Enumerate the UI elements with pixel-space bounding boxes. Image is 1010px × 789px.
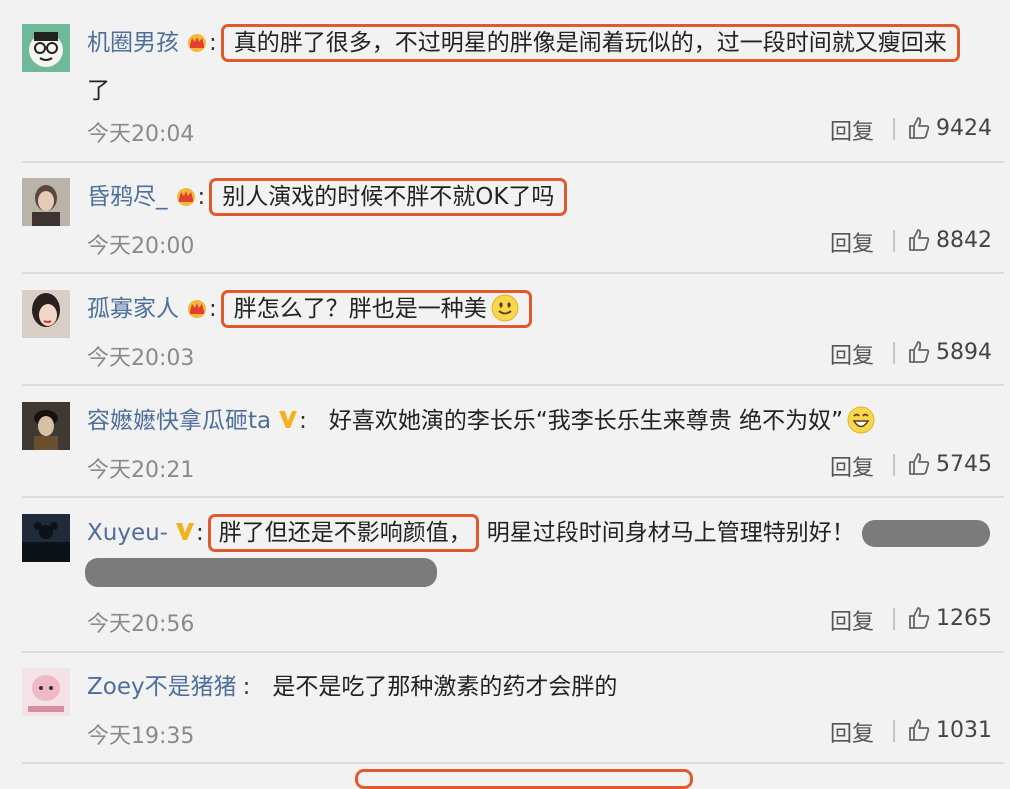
divider <box>22 161 1004 163</box>
verified-v-icon[interactable] <box>277 408 299 438</box>
avatar[interactable] <box>22 402 70 450</box>
thumbs-up-icon[interactable] <box>908 116 930 144</box>
reply-button[interactable]: 回复 <box>830 604 874 636</box>
thumbs-up-icon[interactable] <box>908 340 930 368</box>
partial-highlight-box <box>355 769 693 789</box>
comment-text-highlight: 胖了但还是不影响颜值， <box>207 514 479 552</box>
divider <box>893 230 895 252</box>
username-link[interactable]: Zoey不是猪猪 <box>87 674 237 700</box>
like-count: 1031 <box>936 718 992 743</box>
divider <box>22 496 1004 498</box>
avatar[interactable] <box>22 514 70 562</box>
timestamp: 今天20:03 <box>87 346 195 371</box>
grin-emoji-icon <box>847 406 875 442</box>
comment-header: 孤寡家人: 胖怎么了？胖也是一种美 <box>87 290 532 330</box>
verified-v-icon[interactable] <box>174 520 196 550</box>
comment-header: Zoey不是猪猪: 是不是吃了那种激素的药才会胖的 <box>87 674 618 700</box>
thumbs-up-icon[interactable] <box>908 452 930 480</box>
timestamp: 今天20:04 <box>87 122 195 147</box>
crown-icon[interactable] <box>174 184 198 214</box>
comment-text: 明星过段时间身材马上管理特别好！ <box>486 520 855 546</box>
like-count: 9424 <box>936 116 992 141</box>
divider <box>893 608 895 630</box>
smile-emoji-icon <box>491 294 519 330</box>
comment-header: 机圈男孩: 真的胖了很多，不过明星的胖像是闹着玩似的，过一段时间就又瘦回来 <box>87 24 960 62</box>
comment-text: 好喜欢她演的李长乐“我李长乐生来尊贵 绝不为奴” <box>329 406 875 434</box>
reply-button[interactable]: 回复 <box>830 716 874 748</box>
username-link[interactable]: 昏鸦尽_ <box>87 184 168 210</box>
comment-text-continuation: 了 <box>87 78 110 104</box>
username-link[interactable]: Xuyeu- <box>87 520 168 546</box>
comment-text: 别人演戏的时候不胖不就OK了吗 <box>209 178 568 216</box>
divider <box>893 454 895 476</box>
like-count: 1265 <box>936 606 992 631</box>
avatar[interactable] <box>22 668 70 716</box>
avatar[interactable] <box>22 178 70 226</box>
divider <box>22 272 1004 274</box>
comment-header: Xuyeu-: 胖了但还是不影响颜值， 明星过段时间身材马上管理特别好！ <box>87 514 855 552</box>
reply-button[interactable]: 回复 <box>830 338 874 370</box>
crown-icon[interactable] <box>185 30 209 60</box>
divider <box>22 384 1004 386</box>
username-link[interactable]: 机圈男孩 <box>87 30 179 56</box>
like-count: 8842 <box>936 228 992 253</box>
comment-text: 胖怎么了？胖也是一种美 <box>220 290 532 330</box>
divider <box>893 720 895 742</box>
thumbs-up-icon[interactable] <box>908 606 930 634</box>
username-link[interactable]: 孤寡家人 <box>87 296 179 322</box>
redacted-block <box>85 558 437 587</box>
avatar[interactable] <box>22 24 70 72</box>
comment-text: 是不是吃了那种激素的药才会胖的 <box>272 674 618 700</box>
username-link[interactable]: 容嬷嬷快拿瓜砸ta <box>87 408 271 434</box>
crown-icon[interactable] <box>185 296 209 326</box>
divider <box>22 651 1004 653</box>
thumbs-up-icon[interactable] <box>908 228 930 256</box>
timestamp: 今天19:35 <box>87 724 195 749</box>
divider <box>893 342 895 364</box>
avatar[interactable] <box>22 290 70 338</box>
comment-text: 真的胖了很多，不过明星的胖像是闹着玩似的，过一段时间就又瘦回来 <box>220 24 960 62</box>
reply-button[interactable]: 回复 <box>830 450 874 482</box>
redacted-block <box>862 520 990 547</box>
timestamp: 今天20:00 <box>87 234 195 259</box>
like-count: 5894 <box>936 340 992 365</box>
comment-header: 昏鸦尽_: 别人演戏的时候不胖不就OK了吗 <box>87 178 568 216</box>
thumbs-up-icon[interactable] <box>908 718 930 746</box>
reply-button[interactable]: 回复 <box>830 226 874 258</box>
like-count: 5745 <box>936 452 992 477</box>
comment-header: 容嬷嬷快拿瓜砸ta: 好喜欢她演的李长乐“我李长乐生来尊贵 绝不为奴” <box>87 406 875 442</box>
reply-button[interactable]: 回复 <box>830 114 874 146</box>
timestamp: 今天20:56 <box>87 612 195 637</box>
timestamp: 今天20:21 <box>87 458 195 483</box>
divider <box>893 118 895 140</box>
divider <box>22 762 1004 764</box>
